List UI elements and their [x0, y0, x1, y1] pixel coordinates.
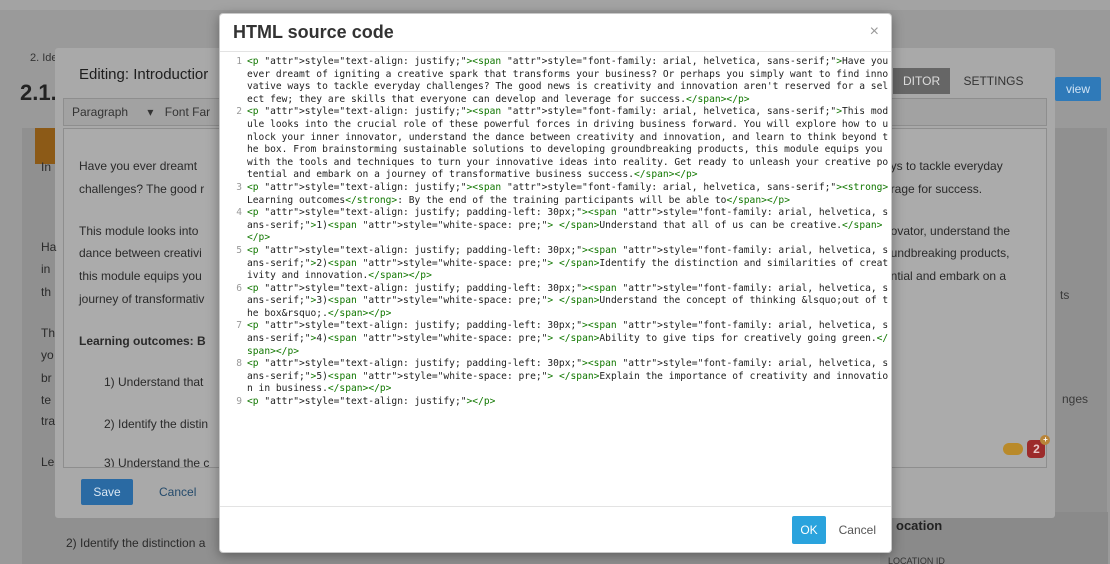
content-line: this module equips you	[79, 269, 202, 283]
line-number: 3	[236, 181, 242, 193]
line-number: 6	[236, 282, 242, 294]
ok-button[interactable]: OK	[792, 516, 826, 544]
location-id-label: LOCATION ID	[888, 556, 945, 564]
line-number: 5	[236, 244, 242, 256]
side-text: ts	[1060, 288, 1070, 302]
format-dropdown[interactable]: Paragraph	[72, 105, 128, 119]
code-text: <p "attr">style="text-align: justify;"><…	[247, 56, 889, 105]
line-number: 7	[236, 320, 242, 332]
code-line[interactable]: 4 <p "attr">style="text-align: justify; p…	[220, 207, 891, 245]
content-line: Have you ever dreamt	[79, 159, 198, 173]
view-button[interactable]: view	[1055, 77, 1101, 101]
line-number: 2	[236, 106, 242, 118]
side-letter: te	[41, 393, 52, 407]
save-button[interactable]: Save	[81, 479, 133, 505]
editor-tabs: DITOR SETTINGS	[893, 68, 1033, 94]
modal-title: HTML source code	[233, 22, 394, 42]
code-text: <p "attr">style="text-align: justify; pa…	[247, 244, 889, 282]
code-line[interactable]: 5 <p "attr">style="text-align: justify; p…	[220, 245, 891, 283]
code-line[interactable]: 3 <p "attr">style="text-align: justify;">…	[220, 182, 891, 207]
content-line: ays to tackle everyday	[884, 159, 1003, 173]
code-line[interactable]: 2 <p "attr">style="text-align: justify;">…	[220, 106, 891, 182]
bottom-text: 2) Identify the distinction a	[66, 536, 206, 550]
editing-dialog-title: Editing: Introductior	[79, 66, 209, 83]
cancel-button[interactable]: Cancel	[159, 485, 196, 499]
code-text: <p "attr">style="text-align: justify; pa…	[247, 207, 889, 244]
line-number: 9	[236, 396, 242, 408]
top-strip	[0, 0, 1110, 10]
notification-badge-icon[interactable]: 2 +	[1027, 435, 1051, 458]
content-line: This module looks into	[79, 224, 199, 238]
content-line: oundbreaking products,	[884, 246, 1010, 260]
modal-footer: OK Cancel	[220, 506, 891, 552]
line-number: 1	[236, 56, 242, 67]
content-line: journey of transformativ	[79, 292, 205, 306]
side-letter: th	[41, 285, 52, 299]
chevron-down-icon: ▾	[147, 105, 154, 119]
content-line: Learning outcomes: B	[79, 334, 206, 348]
plus-icon: +	[1040, 435, 1051, 445]
font-family-dropdown[interactable]: Font Far	[165, 105, 210, 119]
html-source-modal: HTML source code × 1 <p "attr">style="tex…	[219, 13, 892, 553]
side-letter: br	[41, 371, 52, 385]
modal-header: HTML source code ×	[220, 14, 891, 52]
location-title: ocation	[896, 518, 943, 533]
code-line[interactable]: 8 <p "attr">style="text-align: justify; p…	[220, 358, 891, 396]
cancel-button[interactable]: Cancel	[839, 523, 876, 537]
line-number: 4	[236, 207, 242, 219]
code-line[interactable]: 1 <p "attr">style="text-align: justify;">…	[220, 56, 891, 106]
code-text: <p "attr">style="text-align: justify; pa…	[247, 320, 889, 357]
code-text: <p "attr">style="text-align: justify;"><…	[247, 181, 889, 206]
side-letter: In	[41, 160, 52, 174]
code-line[interactable]: 7 <p "attr">style="text-align: justify; p…	[220, 320, 891, 358]
warning-strip	[35, 128, 55, 164]
close-icon[interactable]: ×	[870, 23, 879, 41]
editor-status-icons: 2 +	[1003, 435, 1051, 458]
side-letter: in	[41, 262, 51, 276]
source-code-editor[interactable]: 1 <p "attr">style="text-align: justify;">…	[220, 53, 891, 508]
code-text: <p "attr">style="text-align: justify;"><…	[247, 106, 889, 181]
side-letter: Th	[41, 326, 56, 340]
code-text: <p "attr">style="text-align: justify; pa…	[247, 282, 889, 319]
content-line: 3) Understand the c	[104, 456, 210, 468]
side-letter: Ha	[41, 240, 57, 254]
tab-editor[interactable]: DITOR	[893, 68, 951, 94]
content-line: challenges? The good r	[79, 182, 205, 196]
content-line: ential and embark on a	[884, 269, 1007, 283]
tab-settings[interactable]: SETTINGS	[953, 68, 1033, 94]
side-letter: yo	[41, 348, 54, 362]
content-line: novator, understand the	[884, 224, 1011, 238]
line-number: 8	[236, 358, 242, 370]
content-line: erage for success.	[884, 182, 983, 196]
content-line: 1) Understand that	[104, 375, 204, 389]
side-text: nges	[1062, 392, 1089, 406]
code-line[interactable]: 6 <p "attr">style="text-align: justify; p…	[220, 283, 891, 321]
content-line: 2) Identify the distin	[104, 417, 209, 431]
page-title: 2.1.	[20, 80, 57, 105]
code-text: <p "attr">style="text-align: justify;"><…	[247, 396, 496, 408]
code-line[interactable]: 9 <p "attr">style="text-align: justify;">…	[220, 396, 891, 409]
side-letter: tra	[41, 414, 56, 428]
code-text: <p "attr">style="text-align: justify; pa…	[247, 358, 889, 395]
hand-icon[interactable]	[1003, 443, 1023, 455]
side-letter: Le	[41, 455, 55, 469]
content-line: dance between creativi	[79, 246, 202, 260]
